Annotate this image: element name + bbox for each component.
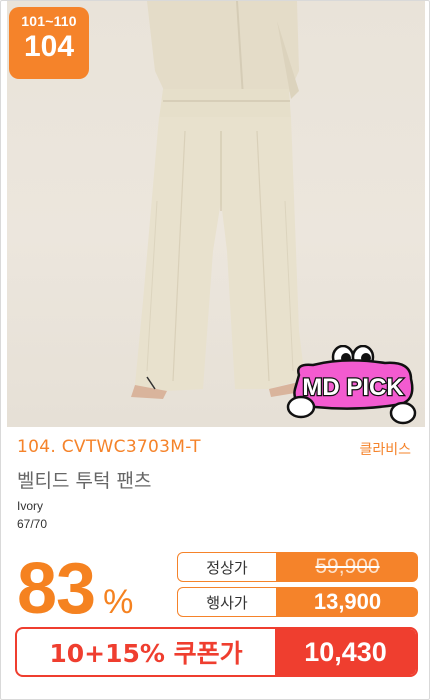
product-size: 67/70 — [17, 517, 48, 531]
product-card[interactable]: 101~110 104 MD PICK 104. CVTWC3703M-T 클라… — [0, 0, 430, 700]
regular-price-label: 정상가 — [177, 552, 277, 582]
coupon-price-box[interactable]: 10+15% 쿠폰가 10,430 — [15, 627, 418, 677]
discount-rate: 83 % — [17, 549, 134, 629]
number-range: 101~110 — [21, 13, 77, 29]
item-number: 104 — [23, 30, 75, 63]
md-pick-sticker: MD PICK — [285, 344, 419, 425]
coupon-price-value: 10,430 — [275, 629, 416, 675]
regular-price-value-box: 59,900 — [277, 552, 418, 582]
md-pick-text: MD PICK — [302, 374, 404, 401]
discount-value: 83 — [17, 549, 96, 629]
event-price-label: 행사가 — [177, 587, 277, 617]
product-code: 104. CVTWC3703M-T — [17, 437, 201, 457]
coupon-price-label: 10+15% 쿠폰가 — [49, 639, 243, 668]
brand-name[interactable]: 클라비스 — [359, 439, 411, 459]
regular-price-value: 59,900 — [315, 555, 380, 578]
product-name[interactable]: 벨티드 투턱 팬츠 — [17, 466, 151, 493]
event-price-value: 13,900 — [277, 587, 418, 617]
regular-price-row: 정상가 59,900 — [177, 552, 418, 582]
event-price-row: 행사가 13,900 — [177, 587, 418, 617]
product-color: Ivory — [17, 499, 44, 513]
discount-unit: % — [103, 583, 134, 621]
number-badge: 101~110 104 — [9, 7, 89, 79]
